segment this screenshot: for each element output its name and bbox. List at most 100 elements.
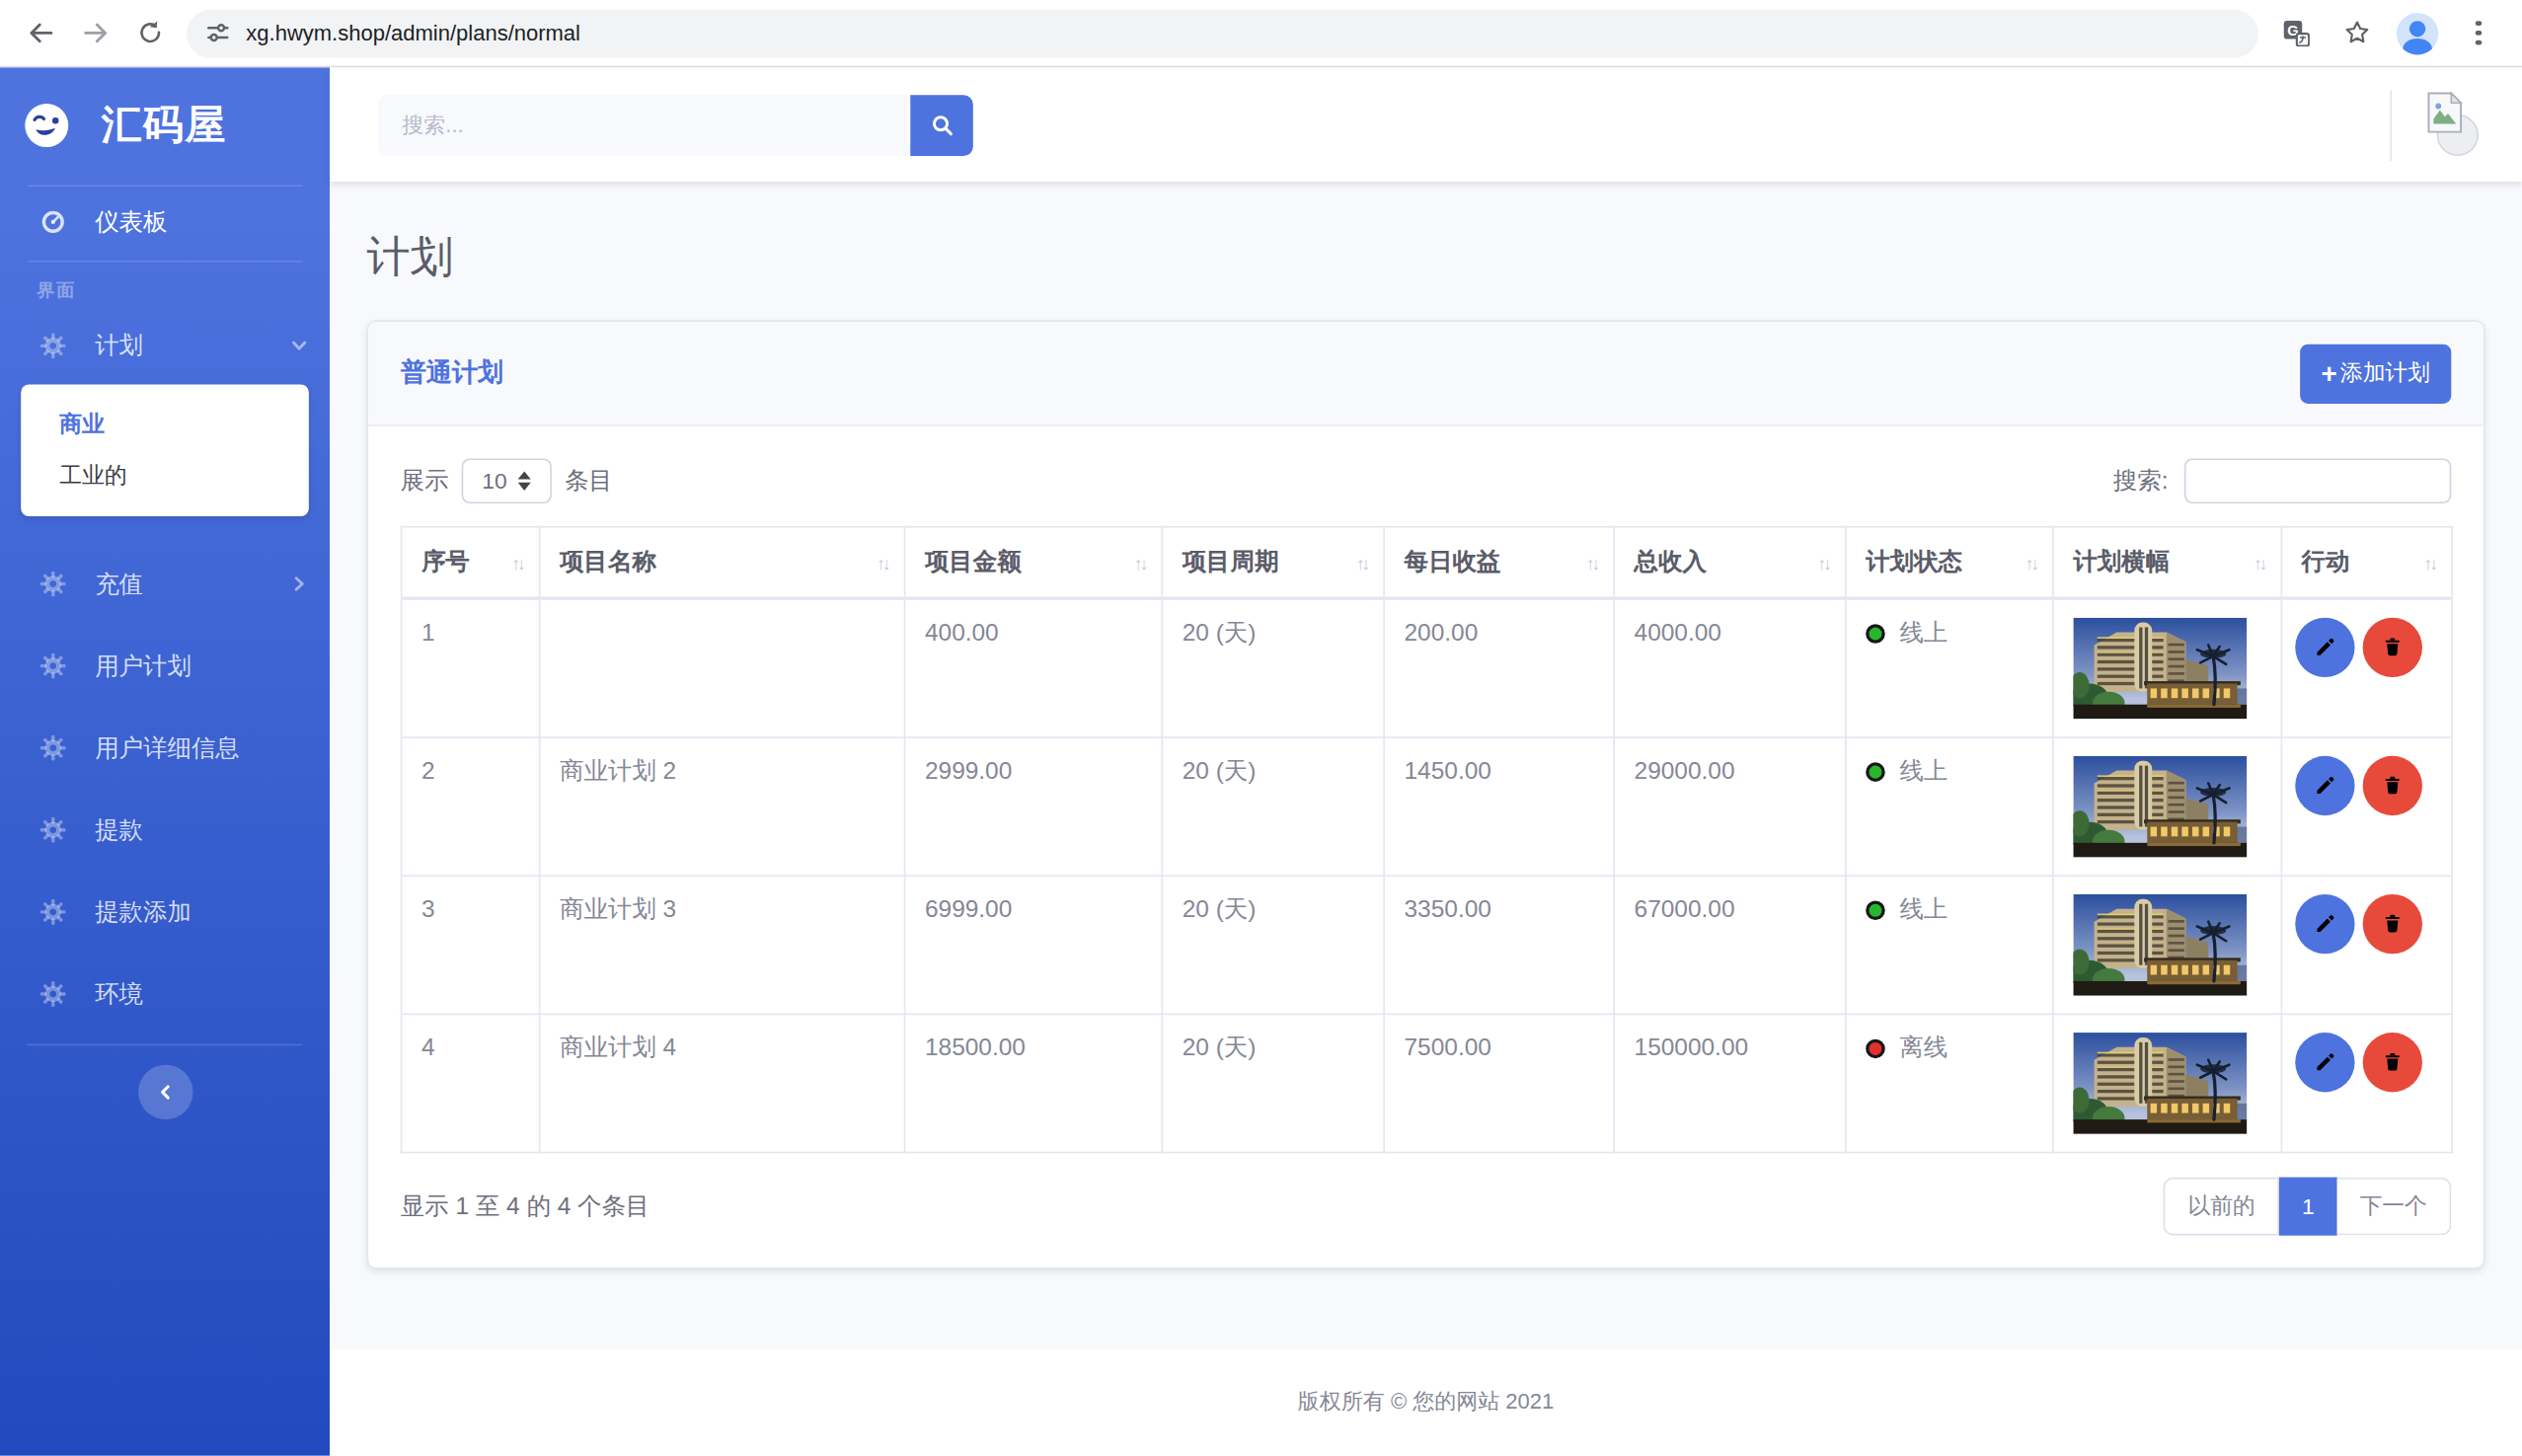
delete-button[interactable] — [2363, 618, 2422, 677]
cell-total-income: 29000.00 — [1614, 737, 1846, 876]
sidebar-item-label: 提款 — [95, 814, 143, 845]
sidebar-item-user-plans[interactable]: 用户计划 — [0, 631, 330, 702]
edit-button[interactable] — [2295, 1033, 2354, 1092]
pagination-previous-button[interactable]: 以前的 — [2164, 1178, 2279, 1236]
sidebar-section-heading: 界面 — [0, 263, 330, 301]
cell-actions — [2281, 737, 2452, 876]
delete-button[interactable] — [2363, 756, 2422, 815]
table-footer: 显示 1 至 4 的 4 个条目 以前的 1 下一个 — [401, 1178, 2452, 1236]
browser-back-button[interactable] — [13, 6, 67, 60]
sort-icon[interactable] — [511, 553, 522, 573]
topbar-search-input[interactable] — [378, 94, 910, 155]
sidebar-item-recharge[interactable]: 充值 — [0, 549, 330, 620]
card-header: 普通计划 +添加计划 — [368, 322, 2484, 426]
sort-icon[interactable] — [2254, 553, 2264, 573]
pagination-page-1-button[interactable]: 1 — [2279, 1178, 2336, 1236]
sidebar-item-label: 环境 — [95, 979, 143, 1010]
cell-status: 线上 — [1846, 598, 2053, 737]
plan-banner-image — [2073, 618, 2247, 720]
status-label: 线上 — [1899, 618, 1948, 646]
column-header-daily-income[interactable]: 每日收益 — [1384, 527, 1614, 599]
sidebar-item-label: 用户详细信息 — [95, 732, 240, 763]
column-header-status[interactable]: 计划状态 — [1846, 527, 2053, 599]
column-header-actions[interactable]: 行动 — [2281, 527, 2452, 599]
sidebar-submenu: 商业 工业的 — [21, 384, 309, 516]
browser-reload-button[interactable] — [122, 6, 177, 60]
cell-period: 20 (天) — [1162, 598, 1384, 737]
column-header-serial[interactable]: 序号 — [402, 527, 540, 599]
cell-name: 商业计划 3 — [540, 876, 905, 1014]
sort-icon[interactable] — [1817, 553, 1828, 573]
gear-icon — [40, 899, 66, 925]
sort-icon[interactable] — [2025, 553, 2035, 573]
cell-total-income: 150000.00 — [1614, 1014, 1846, 1152]
browser-menu-dots-icon[interactable] — [2451, 6, 2505, 60]
table-controls: 展示 10 条目 搜索: — [401, 458, 2452, 503]
gear-icon — [40, 735, 66, 761]
sidebar-item-plans[interactable]: 计划 — [0, 310, 330, 381]
column-header-banner[interactable]: 计划横幅 — [2053, 527, 2281, 599]
cell-serial: 3 — [402, 876, 540, 1014]
submenu-item-business[interactable]: 商业 — [21, 399, 309, 450]
edit-button[interactable] — [2295, 894, 2354, 954]
cell-status: 线上 — [1846, 876, 2053, 1014]
plus-icon: + — [2321, 359, 2336, 387]
sidebar-brand[interactable]: 汇码屋 — [0, 67, 330, 182]
edit-button[interactable] — [2295, 618, 2354, 677]
sort-icon[interactable] — [877, 553, 887, 573]
column-header-name[interactable]: 项目名称 — [540, 527, 905, 599]
select-spinner-icon — [518, 471, 531, 491]
cell-name — [540, 598, 905, 737]
cell-status: 离线 — [1846, 1014, 2053, 1152]
delete-button[interactable] — [2363, 1033, 2422, 1092]
bookmark-star-icon[interactable] — [2329, 6, 2383, 60]
plans-table: 序号 项目名称 项目金额 项目周期 每日收益 总收入 计划状态 计划横幅 行动 — [401, 526, 2453, 1153]
status-label: 线上 — [1899, 894, 1948, 922]
cell-banner — [2053, 598, 2281, 737]
table-search-label: 搜索: — [2113, 466, 2169, 497]
sort-icon[interactable] — [1356, 553, 1367, 573]
browser-forward-button[interactable] — [67, 6, 121, 60]
gear-icon — [40, 817, 66, 843]
sort-icon[interactable] — [2424, 553, 2435, 573]
sort-icon[interactable] — [1134, 553, 1145, 573]
sidebar-divider — [28, 1044, 303, 1046]
status-dot — [1866, 762, 1885, 782]
user-avatar[interactable] — [2427, 91, 2482, 158]
length-label-prefix: 展示 — [401, 466, 449, 497]
submenu-item-industrial[interactable]: 工业的 — [21, 450, 309, 501]
column-header-amount[interactable]: 项目金额 — [905, 527, 1163, 599]
sidebar-item-environment[interactable]: 环境 — [0, 958, 330, 1030]
table-header-row: 序号 项目名称 项目金额 项目周期 每日收益 总收入 计划状态 计划横幅 行动 — [402, 527, 2453, 599]
cell-daily-income: 7500.00 — [1384, 1014, 1614, 1152]
cell-actions — [2281, 1014, 2452, 1152]
sidebar-item-user-details[interactable]: 用户详细信息 — [0, 713, 330, 784]
card-body: 展示 10 条目 搜索: — [368, 426, 2484, 1267]
pagination-next-button[interactable]: 下一个 — [2337, 1178, 2452, 1236]
forward-arrow-icon — [80, 18, 111, 48]
column-header-period[interactable]: 项目周期 — [1162, 527, 1384, 599]
topbar-search-button[interactable] — [910, 94, 973, 155]
page-length-select[interactable]: 10 — [462, 458, 552, 503]
sidebar-item-withdraw[interactable]: 提款 — [0, 795, 330, 866]
sidebar: 汇码屋 仪表板 界面 计划 商业 工业的 充值 — [0, 67, 330, 1456]
topbar-right — [2390, 67, 2482, 182]
table-row: 4 商业计划 4 18500.00 20 (天) 7500.00 150000.… — [402, 1014, 2453, 1152]
site-settings-icon[interactable] — [206, 21, 230, 44]
url-bar[interactable]: xg.hwym.shop/admin/plans/normal — [187, 9, 2258, 57]
add-plan-button[interactable]: +添加计划 — [2300, 344, 2451, 403]
sidebar-item-dashboard[interactable]: 仪表板 — [0, 187, 330, 258]
table-search-input[interactable] — [2184, 458, 2451, 503]
plan-banner-image — [2073, 1033, 2247, 1134]
gear-icon — [40, 653, 66, 679]
edit-button[interactable] — [2295, 756, 2354, 815]
sort-icon[interactable] — [1586, 553, 1597, 573]
sidebar-item-label: 充值 — [95, 569, 143, 599]
browser-profile-avatar[interactable] — [2390, 6, 2444, 60]
delete-button[interactable] — [2363, 894, 2422, 954]
trash-icon — [2381, 1050, 2405, 1074]
translate-icon[interactable]: G — [2268, 6, 2323, 60]
sidebar-item-withdraw-add[interactable]: 提款添加 — [0, 877, 330, 948]
sidebar-toggle-button[interactable] — [137, 1065, 191, 1119]
column-header-total-income[interactable]: 总收入 — [1614, 527, 1846, 599]
